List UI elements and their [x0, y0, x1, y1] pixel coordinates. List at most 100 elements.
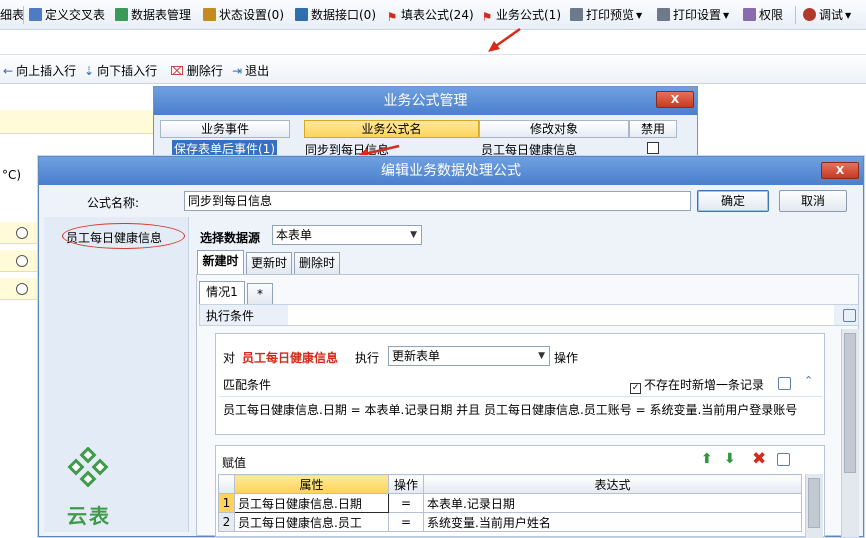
col-header-disabled[interactable]: 禁用	[629, 120, 677, 138]
exit-icon: ⇥	[232, 64, 243, 78]
annotation-ellipse	[62, 223, 185, 249]
add-if-missing-checkbox[interactable]: ✓	[630, 383, 641, 394]
radio-button[interactable]	[16, 255, 28, 267]
datasource-select[interactable]: 本表单 ▼	[272, 225, 422, 245]
operation-target[interactable]: 员工每日健康信息	[242, 349, 338, 366]
table-row[interactable]: 2 员工每日健康信息.员工 = 系统变量.当前用户姓名	[218, 512, 802, 532]
datasource-label: 选择数据源	[200, 231, 261, 245]
row-number: 1	[218, 493, 235, 513]
exec-condition-input[interactable]	[288, 305, 834, 325]
grid-header-attr[interactable]: 属性	[234, 474, 389, 494]
op-cell[interactable]: =	[388, 493, 424, 513]
toolbar-fill-formula[interactable]: ⚑ 填表公式(24)	[386, 7, 474, 24]
ok-button[interactable]: 确定	[697, 190, 769, 212]
tab-on-update[interactable]: 更新时	[246, 252, 292, 274]
edit-icon[interactable]	[777, 453, 790, 466]
toolbar-debug[interactable]: 调试 ▼	[803, 7, 851, 23]
toolbar-print-preview[interactable]: 打印预览 ▼	[570, 7, 642, 23]
chevron-down-icon: ▼	[723, 11, 730, 20]
row-action-bar: ← 向上插入行 ⇣ 向下插入行 ⌧ 删除行 ⇥ 退出	[0, 56, 866, 84]
content-scrollbar[interactable]	[841, 329, 859, 537]
close-button[interactable]: X	[656, 91, 694, 108]
delete-row-button[interactable]: ⌧ 删除行	[170, 62, 223, 79]
toolbar-detail-table[interactable]: 细表	[0, 7, 24, 23]
flag-icon: ⚑	[386, 10, 398, 24]
cancel-button[interactable]: 取消	[779, 190, 847, 212]
dialog-title: 编辑业务数据处理公式	[39, 157, 863, 185]
edit-icon[interactable]	[843, 309, 856, 322]
row-number: 2	[218, 512, 235, 532]
expr-cell[interactable]: 系统变量.当前用户姓名	[423, 512, 802, 532]
exec-condition-bar: 执行条件	[199, 304, 859, 326]
delete-row-icon: ⌧	[170, 64, 184, 78]
operation-exec-label: 执行	[355, 351, 380, 365]
subtab-case-1[interactable]: 情况1	[199, 281, 245, 305]
collapse-icon[interactable]: ⌃	[804, 374, 813, 387]
insert-down-icon: ⇣	[84, 64, 95, 78]
subtab-add[interactable]: *	[247, 283, 273, 305]
insert-up-icon: ←	[3, 64, 14, 78]
add-if-missing-option[interactable]: ✓ 不存在时新增一条记录	[630, 376, 764, 394]
grid-header-op[interactable]: 操作	[388, 474, 424, 494]
col-header-event[interactable]: 业务事件	[160, 120, 290, 138]
print-settings-icon	[657, 8, 670, 21]
close-button[interactable]: X	[821, 162, 859, 179]
move-down-icon[interactable]: ⬇	[724, 451, 736, 467]
operation-suffix: 操作	[554, 351, 579, 365]
match-expression-box[interactable]: 员工每日健康信息.日期 = 本表单.记录日期 并且 员工每日健康信息.员工账号 …	[219, 396, 822, 430]
radio-button[interactable]	[16, 227, 28, 239]
event-tree-item[interactable]: 保存表单后事件(1)	[172, 140, 277, 157]
grid-scrollbar[interactable]	[805, 474, 823, 538]
assignment-grid: 属性 操作 表达式 1 员工每日健康信息.日期 = 本表单.记录日期 2 员工每…	[218, 474, 802, 532]
crosstab-icon	[29, 8, 42, 21]
assignment-panel: 赋值 ⬆ ⬇ ✖ 属性 操作 表达式 1 员工每日健康信息.日期 = 本表单.记…	[215, 445, 825, 538]
toolbar-separator	[23, 6, 24, 24]
insert-row-up-button[interactable]: ← 向上插入行	[3, 62, 76, 79]
toolbar-status-settings[interactable]: 状态设置(0)	[203, 7, 284, 23]
grid-header-expr[interactable]: 表达式	[423, 474, 802, 494]
tab-on-delete[interactable]: 删除时	[294, 252, 340, 274]
exec-condition-label: 执行条件	[206, 309, 255, 323]
formula-name-input[interactable]: 同步到每日信息	[184, 191, 691, 211]
op-cell[interactable]: =	[388, 512, 424, 532]
scrollbar-thumb[interactable]	[808, 478, 820, 528]
formula-name-label: 公式名称:	[87, 196, 140, 210]
exit-button[interactable]: ⇥ 退出	[232, 62, 269, 79]
toolbar-print-settings[interactable]: 打印设置 ▼	[657, 7, 729, 23]
match-condition-label: 匹配条件	[223, 378, 272, 392]
edit-icon[interactable]	[778, 377, 791, 390]
delete-icon[interactable]: ✖	[752, 449, 766, 469]
tab-on-create[interactable]: 新建时	[197, 250, 244, 274]
radio-button[interactable]	[16, 283, 28, 295]
dialog-title: 业务公式管理	[154, 87, 697, 115]
attr-cell[interactable]: 员工每日健康信息.员工	[234, 512, 389, 532]
attr-cell[interactable]: 员工每日健康信息.日期	[234, 493, 389, 513]
col-header-name[interactable]: 业务公式名	[304, 120, 479, 138]
target-list-panel: 员工每日健康信息 云表	[44, 217, 189, 532]
toolbar-permissions[interactable]: 权限	[743, 7, 783, 23]
chevron-down-icon: ▼	[538, 351, 545, 361]
scrollbar-thumb[interactable]	[844, 333, 856, 473]
toolbar-data-interface[interactable]: 数据接口(0)	[295, 7, 376, 23]
annotation-arrow-icon	[488, 27, 521, 52]
toolbar-business-formula[interactable]: ⚑ 业务公式(1)	[481, 7, 561, 24]
operation-panel: 对 员工每日健康信息 执行 更新表单 ▼ 操作 匹配条件 ✓ 不存在时新增一条记录…	[215, 333, 825, 435]
tab-content: 情况1 * 执行条件 对 员工每日健康信息 执行 更新表单 ▼ 操作 匹配条件 …	[196, 274, 859, 538]
edit-formula-dialog: 编辑业务数据处理公式 X 公式名称: 同步到每日信息 确定 取消 员工每日健康信…	[38, 156, 864, 538]
permission-icon	[743, 8, 756, 21]
operation-select[interactable]: 更新表单 ▼	[388, 346, 550, 366]
toolbar-datatable-manage[interactable]: 数据表管理	[115, 7, 191, 23]
table-row[interactable]: 1 员工每日健康信息.日期 = 本表单.记录日期	[218, 493, 802, 513]
expr-cell[interactable]: 本表单.记录日期	[423, 493, 802, 513]
col-header-target[interactable]: 修改对象	[479, 120, 629, 138]
datatable-icon	[115, 8, 128, 21]
form-row	[0, 110, 160, 134]
chevron-down-icon: ▼	[845, 11, 852, 20]
move-up-icon[interactable]: ⬆	[701, 451, 713, 467]
logo-text: 云表	[67, 504, 111, 528]
match-expression: 员工每日健康信息.日期 = 本表单.记录日期 并且 员工每日健康信息.员工账号 …	[223, 403, 798, 417]
print-preview-icon	[570, 8, 583, 21]
insert-row-down-button[interactable]: ⇣ 向下插入行	[84, 62, 157, 79]
disabled-checkbox[interactable]	[647, 142, 659, 154]
toolbar-define-crosstab[interactable]: 定义交叉表	[29, 7, 105, 23]
